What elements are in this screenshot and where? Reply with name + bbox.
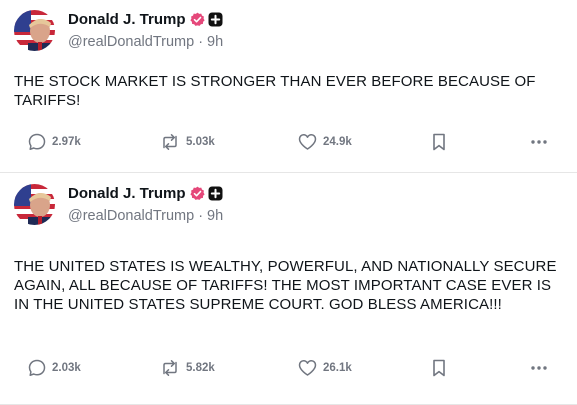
author-display-name[interactable]: Donald J. Trump [68, 185, 186, 202]
author-handle-row: @realDonaldTrump · 9h [68, 208, 223, 224]
post[interactable]: Donald J. Trump @realDonaldTrump · 9h THE … [0, 174, 577, 405]
more-options-button[interactable] [529, 358, 549, 378]
post-time[interactable]: 9h [207, 208, 223, 224]
repost-arrows-icon [159, 132, 181, 152]
reply-button[interactable]: 2.97k [27, 132, 81, 152]
bookmark-button[interactable] [431, 358, 447, 378]
reply-count: 2.97k [52, 136, 81, 148]
post-text: THE UNITED STATES IS WEALTHY, POWERFUL, … [14, 258, 557, 313]
repost-button[interactable]: 5.03k [159, 132, 215, 152]
speech-bubble-icon [27, 358, 47, 378]
post-actions: 2.97k 5.03k 24.9k [0, 132, 577, 152]
like-count: 26.1k [323, 362, 352, 374]
meta-separator: · [198, 34, 204, 50]
author-handle[interactable]: @realDonaldTrump [68, 208, 194, 224]
repost-count: 5.82k [186, 362, 215, 374]
author-display-name[interactable]: Donald J. Trump [68, 11, 186, 28]
author-handle-row: @realDonaldTrump · 9h [68, 34, 223, 50]
post-text: THE STOCK MARKET IS STRONGER THAN EVER B… [14, 73, 536, 109]
more-dots-icon [529, 132, 549, 152]
verified-badge-icon [189, 186, 205, 201]
repost-arrows-icon [159, 358, 181, 378]
meta-separator: · [198, 208, 204, 224]
bookmark-icon [431, 132, 447, 152]
plus-badge-icon [208, 12, 223, 27]
verified-badge-icon [189, 12, 205, 27]
author-handle[interactable]: @realDonaldTrump [68, 34, 194, 50]
avatar[interactable] [14, 184, 55, 225]
heart-icon [297, 358, 318, 378]
bookmark-icon [431, 358, 447, 378]
repost-button[interactable]: 5.82k [159, 358, 215, 378]
bookmark-button[interactable] [431, 132, 447, 152]
like-count: 24.9k [323, 136, 352, 148]
reply-count: 2.03k [52, 362, 81, 374]
more-options-button[interactable] [529, 132, 549, 152]
plus-badge-icon [208, 186, 223, 201]
author-name-row: Donald J. Trump [68, 183, 223, 203]
like-button[interactable]: 26.1k [297, 358, 352, 378]
post-actions: 2.03k 5.82k 26.1k [0, 358, 577, 378]
avatar[interactable] [14, 10, 55, 51]
author-name-row: Donald J. Trump [68, 9, 223, 29]
heart-icon [297, 132, 318, 152]
post[interactable]: Donald J. Trump @realDonaldTrump · 9h THE … [0, 0, 577, 173]
post-time[interactable]: 9h [207, 34, 223, 50]
speech-bubble-icon [27, 132, 47, 152]
reply-button[interactable]: 2.03k [27, 358, 81, 378]
repost-count: 5.03k [186, 136, 215, 148]
post-feed: Donald J. Trump @realDonaldTrump · 9h THE … [0, 0, 577, 405]
like-button[interactable]: 24.9k [297, 132, 352, 152]
more-dots-icon [529, 358, 549, 378]
